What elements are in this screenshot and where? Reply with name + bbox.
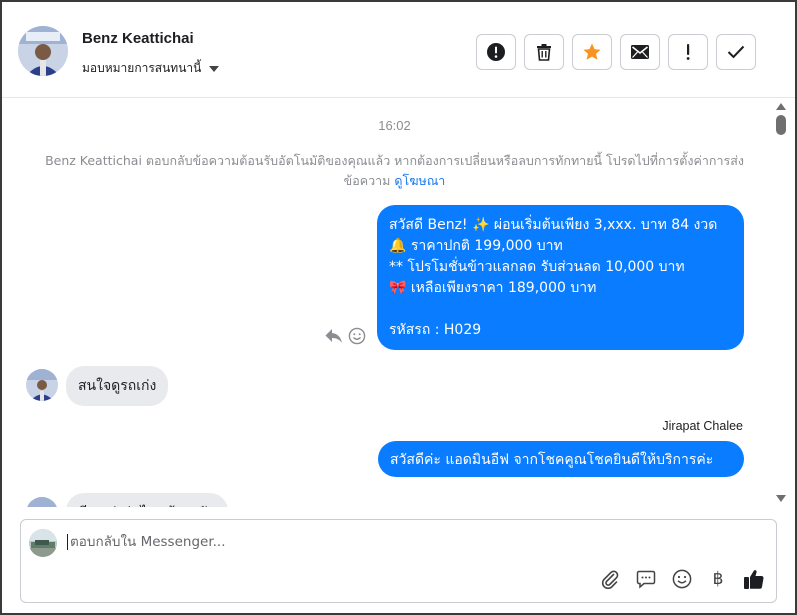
mark-done-button[interactable] [716,34,756,70]
emoji-button[interactable] [671,568,693,590]
contact-avatar[interactable] [18,26,68,76]
like-button[interactable] [743,568,765,590]
scroll-up-arrow-icon[interactable] [776,103,786,110]
react-emoji-icon[interactable] [348,327,366,345]
outgoing-message-promo[interactable]: สวัสดี Benz! ✨ ผ่อนเริ่มต้นเพียง 3,xxx. … [377,205,744,350]
message-thread[interactable]: 16:02 Benz Keattichai ตอบกลับข้อความต้อน… [2,99,795,507]
paperclip-icon [601,570,619,589]
message-line [389,299,732,320]
baht-icon: ฿ [712,569,724,589]
scrollbar-thumb[interactable] [776,115,786,135]
chat-bubble-icon [636,570,656,589]
assign-conversation-dropdown[interactable]: มอบหมายการสนทนานี้ [82,59,220,78]
exclamation-icon [686,44,690,60]
attach-button[interactable] [599,568,621,590]
message-composer: ฿ [20,519,777,603]
conversation-header: Benz Keattichai มอบหมายการสนทนานี้ [2,2,795,98]
reply-icon[interactable] [324,327,344,345]
outgoing-message-reply[interactable]: สวัสดีค่ะ แอดมินอีฟ จากโชคคูณโชคยินดีให้… [378,441,744,477]
alert-circle-icon [487,43,505,61]
page-avatar [29,529,57,557]
payment-button[interactable]: ฿ [707,568,729,590]
emoji-icon [672,569,692,589]
caret-down-icon [209,65,220,72]
envelope-icon [631,45,649,59]
message-line: 🎀 เหลือเพียงราคา 189,000 บาท [389,280,597,296]
star-icon [583,43,601,60]
timestamp: 16:02 [378,118,411,133]
header-actions [476,34,756,70]
message-line: รหัสรถ : H029 [389,322,482,338]
contact-avatar-small [26,497,58,507]
incoming-message[interactable]: สนใจดูรถเก่ง [66,366,169,406]
trash-icon [537,44,551,61]
message-line: ** โปรโมชั่นข้าวแลกลด รับส่วนลด 10,000 บ… [389,259,685,275]
reply-input[interactable] [67,534,567,550]
composer-tools: ฿ [599,568,765,590]
contact-avatar-small [26,369,58,401]
assign-label: มอบหมายการสนทนานี้ [82,61,202,75]
star-button[interactable] [572,34,612,70]
message-hover-actions [324,327,366,345]
message-line: 🔔 ราคาปกติ 199,000 บาท [389,238,563,254]
check-icon [727,45,745,59]
system-message: Benz Keattichai ตอบกลับข้อความต้อนรับอัต… [22,151,767,191]
delete-button[interactable] [524,34,564,70]
follow-up-button[interactable] [668,34,708,70]
sender-name: Jirapat Chalee [662,419,743,433]
saved-replies-button[interactable] [635,568,657,590]
thumbs-up-icon [744,570,764,589]
view-ad-link[interactable]: ดูโฆษณา [394,173,445,188]
incoming-message[interactable]: มีรถเก่งรุ่นไหนบ้างครับ [66,493,228,507]
scroll-down-arrow-icon[interactable] [776,495,786,502]
contact-name: Benz Keattichai [82,30,194,47]
messenger-window: Benz Keattichai มอบหมายการสนทนานี้ 16:02… [0,0,797,615]
mark-unread-button[interactable] [620,34,660,70]
message-line: สวัสดี Benz! ✨ ผ่อนเริ่มต้นเพียง 3,xxx. … [389,217,718,233]
mark-spam-button[interactable] [476,34,516,70]
